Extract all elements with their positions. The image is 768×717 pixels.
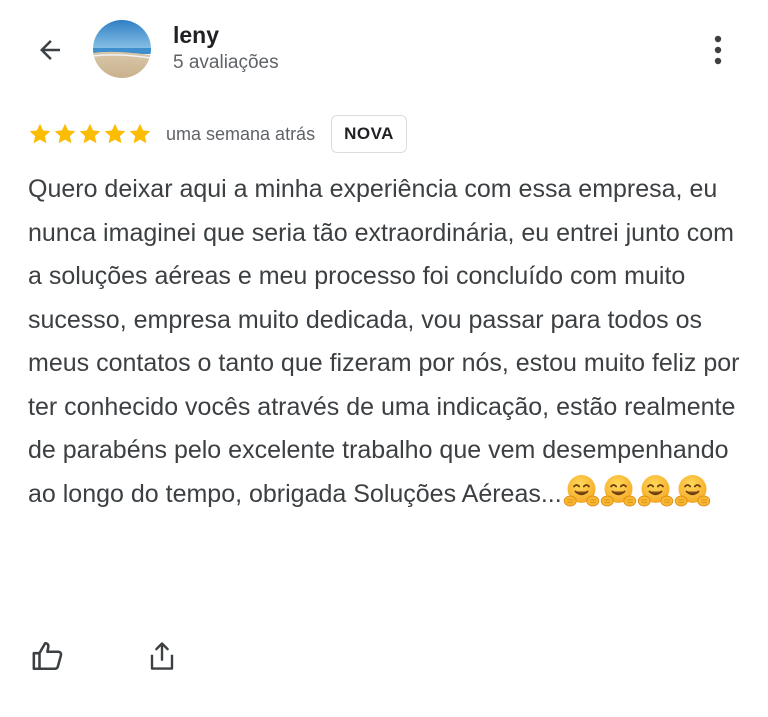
hugging-face-emoji-icon	[600, 474, 636, 506]
star-icon	[129, 123, 151, 144]
review-timestamp: uma semana atrás	[166, 123, 316, 144]
review-body: Quero deixar aqui a minha experiência co…	[28, 175, 740, 508]
star-icon	[104, 123, 126, 144]
more-vert-icon	[714, 35, 722, 65]
star-rating	[28, 122, 152, 146]
review-text: Quero deixar aqui a minha experiência co…	[28, 168, 748, 522]
new-badge: NOVA	[331, 115, 407, 153]
star-icon	[29, 123, 51, 144]
back-button[interactable]	[28, 28, 72, 72]
review-count: 5 avaliações	[173, 52, 279, 73]
star-icon	[54, 123, 76, 144]
avatar[interactable]	[93, 20, 151, 78]
thumb-up-icon	[32, 641, 63, 671]
star-icon	[79, 123, 101, 144]
share-icon	[150, 642, 174, 670]
more-options-button[interactable]	[700, 30, 736, 70]
review-header: leny 5 avaliações	[0, 0, 768, 100]
hugging-face-emoji-icon	[637, 474, 673, 506]
rating-row: uma semana atrás NOVA	[28, 114, 407, 154]
like-button[interactable]	[28, 636, 68, 676]
hugging-face-emoji-icon	[563, 474, 599, 506]
hugging-face-emoji-icon	[674, 474, 710, 506]
share-button[interactable]	[142, 636, 182, 676]
hugging-face-emoji	[563, 474, 711, 523]
user-name[interactable]: leny	[173, 22, 219, 49]
arrow-back-icon	[40, 40, 60, 60]
